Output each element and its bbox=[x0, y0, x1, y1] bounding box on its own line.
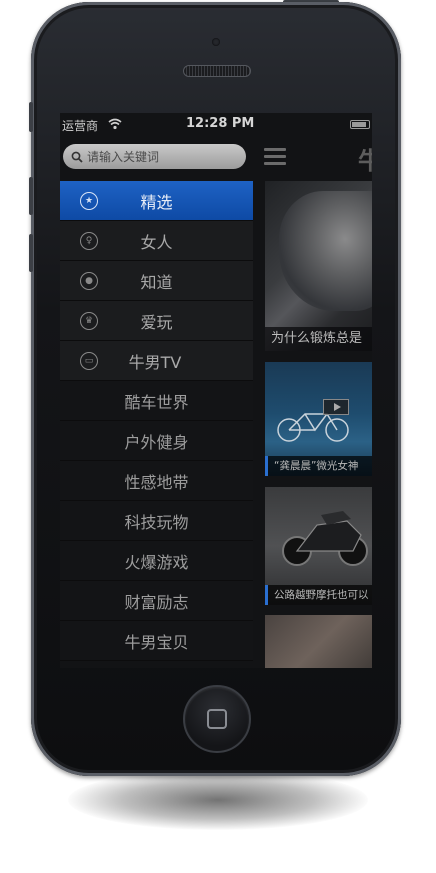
camera-icon bbox=[212, 38, 220, 46]
sub-item-sexy-zone[interactable]: 性感地带 bbox=[60, 461, 253, 501]
article-caption: 为什么锻炼总是 bbox=[265, 327, 372, 351]
article-caption: “龚晨晨”微光女神 bbox=[265, 456, 372, 476]
search-box[interactable] bbox=[63, 144, 246, 169]
play-icon[interactable] bbox=[323, 399, 349, 415]
video-card[interactable]: “龚晨晨”微光女神 bbox=[265, 362, 372, 476]
phone-shadow bbox=[68, 770, 368, 830]
article-image bbox=[279, 191, 372, 311]
header-title: 牛 bbox=[358, 147, 372, 175]
menu-item-label: 精选 bbox=[140, 192, 173, 212]
wifi-icon bbox=[108, 118, 122, 130]
article-caption: 公路越野摩托也可以 bbox=[265, 585, 372, 605]
sub-item-babes[interactable]: 牛男宝贝 bbox=[60, 621, 253, 661]
sub-item-outdoor-fitness[interactable]: 户外健身 bbox=[60, 421, 253, 461]
article-card[interactable]: 公路越野摩托也可以 bbox=[265, 487, 372, 605]
mute-switch bbox=[29, 102, 33, 132]
menu-item-label: 知道 bbox=[140, 272, 173, 292]
sub-item-cars[interactable]: 酷车世界 bbox=[60, 381, 253, 421]
status-time: 12:28 PM bbox=[186, 116, 255, 131]
menu-item-label: 牛男TV bbox=[128, 352, 182, 372]
home-square-icon bbox=[207, 709, 227, 729]
volume-up-button bbox=[29, 177, 33, 215]
menu-item-play[interactable]: ♛ 爱玩 bbox=[60, 301, 253, 341]
sub-item-hot-games[interactable]: 火爆游戏 bbox=[60, 541, 253, 581]
status-bar: 运营商 12:28 PM bbox=[60, 113, 372, 135]
side-menu: ★ 精选 ♀ 女人 ● 知道 ♛ 爱玩 ▭ 牛男TV 酷车世界 户外健身 性感地… bbox=[60, 181, 253, 661]
article-card[interactable] bbox=[265, 615, 372, 668]
carrier-label: 运营商 bbox=[62, 119, 99, 133]
menu-item-women[interactable]: ♀ 女人 bbox=[60, 221, 253, 261]
search-input[interactable] bbox=[87, 146, 237, 167]
menu-item-knowledge[interactable]: ● 知道 bbox=[60, 261, 253, 301]
article-card[interactable]: 为什么锻炼总是 bbox=[265, 181, 372, 351]
motorcycle-image bbox=[282, 511, 368, 566]
home-button[interactable] bbox=[183, 685, 251, 753]
sub-item-wealth[interactable]: 财富励志 bbox=[60, 581, 253, 621]
battery-icon bbox=[350, 120, 370, 129]
menu-item-label: 爱玩 bbox=[140, 312, 173, 332]
search-icon bbox=[71, 151, 83, 163]
menu-item-featured[interactable]: ★ 精选 bbox=[60, 181, 253, 221]
volume-down-button bbox=[29, 234, 33, 272]
sub-item-tech-gadgets[interactable]: 科技玩物 bbox=[60, 501, 253, 541]
speaker-grille bbox=[183, 65, 251, 77]
hamburger-menu-icon[interactable] bbox=[264, 148, 286, 166]
menu-item-tv[interactable]: ▭ 牛男TV bbox=[60, 341, 253, 381]
screen: 运营商 12:28 PM 牛 ★ 精选 ♀ 女人 ● 知道 bbox=[60, 113, 372, 668]
menu-item-label: 女人 bbox=[140, 232, 173, 252]
